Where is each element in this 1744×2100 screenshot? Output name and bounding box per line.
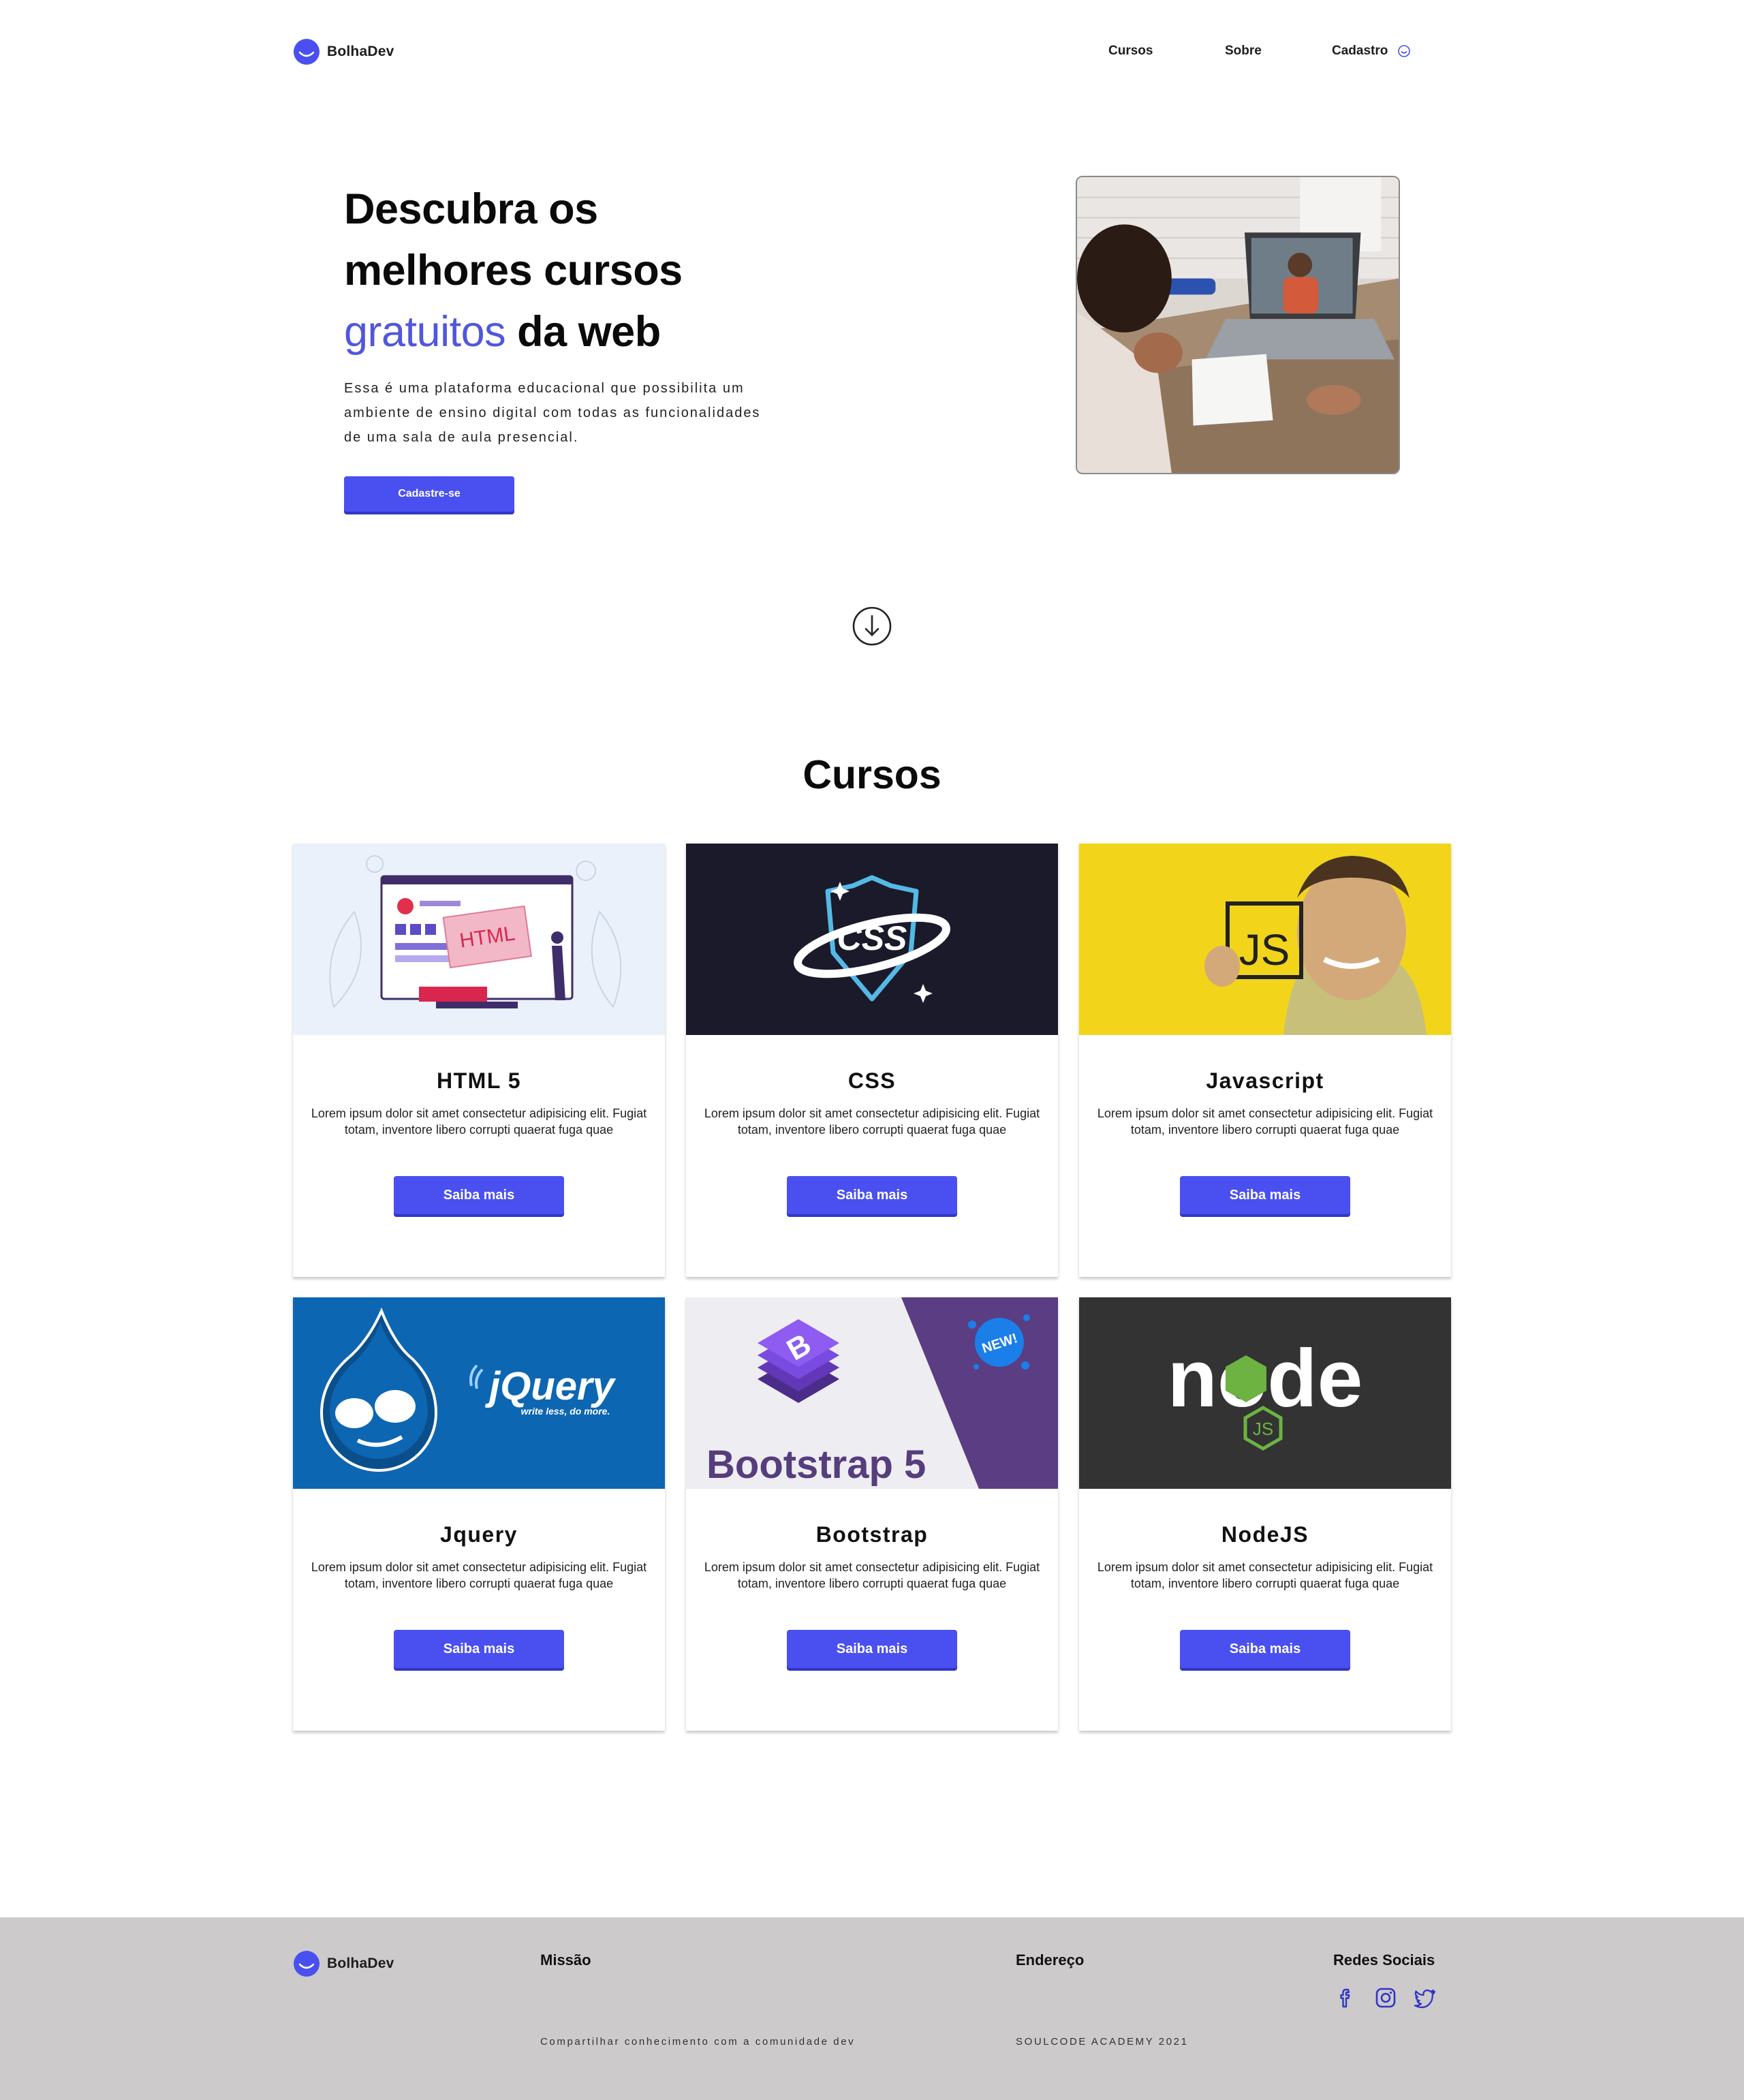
footer-address-text: SOULCODE ACADEMY 2021 — [1016, 2036, 1189, 2048]
bubble-logo-icon — [294, 39, 320, 65]
course-image-bootstrap: B Bootstrap 5 NEW! — [686, 1297, 1058, 1489]
brand-logo[interactable]: BolhaDev — [293, 38, 394, 65]
js-illustration-label: JS — [1239, 925, 1290, 974]
saiba-mais-button-jquery[interactable]: Saiba mais — [394, 1630, 564, 1668]
saiba-mais-button-javascript[interactable]: Saiba mais — [1180, 1176, 1350, 1214]
main-nav: Cursos Sobre Cadastro — [1090, 44, 1417, 64]
course-card-nodejs: node JS NodeJS Lorem ipsum dolor sit ame… — [1079, 1297, 1451, 1731]
social-links — [1334, 1986, 1437, 2010]
course-title: NodeJS — [1221, 1522, 1309, 1547]
course-image-javascript: JS — [1079, 844, 1451, 1035]
nav-link-sobre[interactable]: Sobre — [1225, 44, 1262, 59]
course-title: CSS — [847, 1068, 897, 1093]
course-description: Lorem ipsum dolor sit amet consectetur a… — [1097, 1107, 1433, 1137]
course-card-css: CSS CSS Lorem ipsum dolor sit amet conse… — [686, 844, 1058, 1277]
course-card-html: HTML HTML 5 Lorem ipsum dolor sit amet c… — [293, 844, 665, 1277]
smile-icon — [1398, 45, 1411, 57]
course-title: Javascript — [1206, 1068, 1324, 1093]
brand-name: BolhaDev — [327, 44, 394, 59]
course-card-bootstrap: B Bootstrap 5 NEW! Bootstrap Lorem ipsum… — [686, 1297, 1058, 1731]
signup-button[interactable]: Cadastre-se — [344, 476, 514, 512]
node-illustration-sublabel: JS — [1253, 1419, 1273, 1439]
saiba-mais-button-html[interactable]: Saiba mais — [394, 1176, 564, 1214]
hero-photo — [1076, 176, 1400, 474]
course-title: HTML 5 — [437, 1068, 521, 1093]
hero-title: Descubra os melhores cursos gratuitos da… — [344, 179, 821, 362]
hero-title-accent: gratuitos — [344, 308, 506, 356]
footer-address-title: Endereço — [1016, 1951, 1085, 1968]
facebook-icon[interactable] — [1334, 1986, 1358, 2010]
course-card-javascript: JS Javascript Lorem ipsum dolor sit amet… — [1079, 844, 1451, 1277]
course-description: Lorem ipsum dolor sit amet consectetur a… — [311, 1107, 647, 1137]
bubble-logo-icon — [294, 1951, 320, 1977]
courses-title: Cursos — [803, 752, 941, 797]
course-image-nodejs: node JS — [1079, 1297, 1451, 1489]
course-image-html: HTML — [293, 844, 665, 1035]
course-description: Lorem ipsum dolor sit amet consectetur a… — [1097, 1560, 1433, 1590]
nav-link-cadastro[interactable]: Cadastro — [1332, 44, 1411, 59]
saiba-mais-button-css[interactable]: Saiba mais — [787, 1176, 957, 1214]
jquery-illustration-sublabel: write less, do more. — [521, 1406, 610, 1417]
course-description: Lorem ipsum dolor sit amet consectetur a… — [704, 1107, 1040, 1137]
footer-mission-text: Compartilhar conhecimento com a comunida… — [540, 2036, 856, 2048]
hero-title-end: da web — [505, 308, 661, 356]
course-title: Jquery — [440, 1522, 518, 1547]
course-image-css: CSS — [686, 844, 1058, 1035]
jquery-illustration-label: jQuery — [484, 1364, 616, 1408]
course-description: Lorem ipsum dolor sit amet consectetur a… — [311, 1560, 647, 1590]
course-title: Bootstrap — [815, 1522, 929, 1547]
nav-link-cursos[interactable]: Cursos — [1108, 44, 1153, 59]
css-illustration-label: CSS — [837, 919, 907, 957]
footer-brand-name: BolhaDev — [327, 1956, 394, 1971]
instagram-icon[interactable] — [1373, 1986, 1398, 2010]
nav-link-cadastro-label: Cadastro — [1332, 44, 1388, 58]
hero-title-line2: melhores cursos — [344, 247, 683, 294]
site-footer: BolhaDev Missão Compartilhar conheciment… — [0, 1917, 1744, 2100]
course-description: Lorem ipsum dolor sit amet consectetur a… — [704, 1560, 1040, 1590]
saiba-mais-button-bootstrap[interactable]: Saiba mais — [787, 1630, 957, 1668]
bootstrap-illustration-label: Bootstrap 5 — [706, 1442, 926, 1487]
course-image-jquery: jQuery write less, do more. — [293, 1297, 665, 1489]
hero-title-line1: Descubra os — [344, 185, 598, 233]
footer-social-title: Redes Sociais — [1333, 1951, 1435, 1968]
saiba-mais-button-nodejs[interactable]: Saiba mais — [1180, 1630, 1350, 1668]
footer-mission-title: Missão — [540, 1951, 591, 1968]
twitter-icon[interactable] — [1413, 1986, 1437, 2010]
hero-description: Essa é uma plataforma educacional que po… — [344, 381, 761, 445]
site-header: BolhaDev Cursos Sobre Cadastro — [0, 0, 1744, 109]
course-card-jquery: jQuery write less, do more. Jquery Lorem… — [293, 1297, 665, 1731]
arrow-down-circle-icon[interactable] — [852, 606, 892, 647]
footer-brand-logo[interactable]: BolhaDev — [293, 1950, 394, 1977]
